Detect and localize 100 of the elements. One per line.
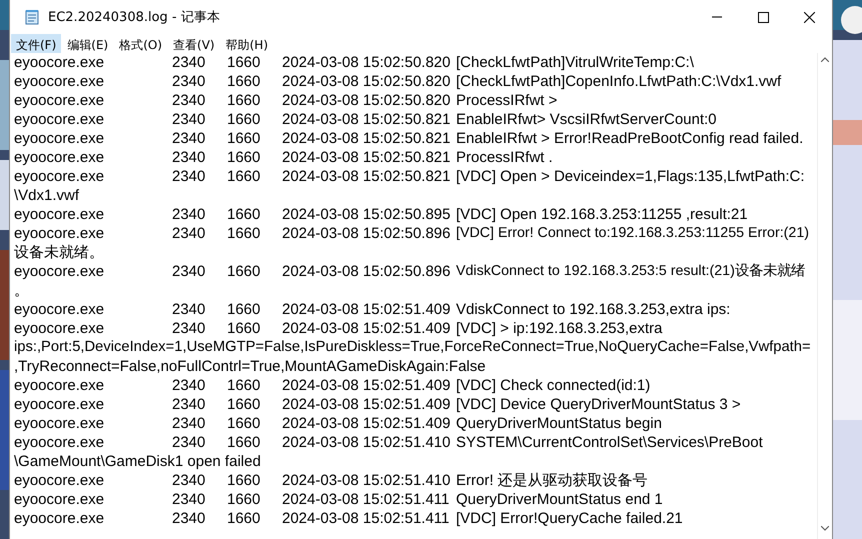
log-text: ProcessIRfwt > xyxy=(456,91,558,110)
log-text: ,TryReconnect=False,noFullContrl=True,MountAGameDiskAgain:False xyxy=(14,357,486,376)
log-text: 2340 xyxy=(172,205,206,224)
log-text: 1660 xyxy=(227,490,262,509)
log-text: eyoocore.exe xyxy=(14,91,106,110)
log-text: eyoocore.exe xyxy=(14,300,106,319)
log-text: [VDC] Error!QueryCache failed.21 xyxy=(456,509,683,528)
log-text: 1660 xyxy=(227,300,262,319)
log-text: eyoocore.exe xyxy=(14,433,106,452)
log-text: 2340 xyxy=(172,319,206,338)
log-text: eyoocore.exe xyxy=(14,376,106,395)
log-text: [VDC] Error! Connect to:192.168.3.253:11255 Error:(21) xyxy=(456,224,810,243)
log-text: 2340 xyxy=(172,129,206,148)
log-text: 。 xyxy=(14,281,29,300)
log-text: 1660 xyxy=(227,72,262,91)
log-text: 2340 xyxy=(172,224,206,243)
log-text: 2340 xyxy=(172,471,206,490)
log-text: [VDC] Open > Deviceindex=1,Flags:135,LfwtPath:C: xyxy=(456,167,805,186)
close-icon xyxy=(804,12,814,22)
menu-item[interactable]: 帮助(H) xyxy=(220,34,273,53)
log-text: 2340 xyxy=(172,300,206,319)
log-text: 2024-03-08 15:02:51.409 xyxy=(282,319,452,338)
log-text: ips:,Port:5,DeviceIndex=1,UseMGTP=False,IsPureDiskless=True,ForceReConnect=True,NoQueryCache=False,Vwfpath= xyxy=(14,338,811,357)
log-text: eyoocore.exe xyxy=(14,129,106,148)
log-text: 2024-03-08 15:02:51.409 xyxy=(282,376,452,395)
log-text: 2024-03-08 15:02:51.411 xyxy=(282,490,450,509)
log-text: EnableIRfwt> VscsiIRfwtServerCount:0 xyxy=(456,110,717,129)
log-text: 2340 xyxy=(172,110,206,129)
log-text: \Vdx1.vwf xyxy=(14,186,80,205)
log-text: 2024-03-08 15:02:51.409 xyxy=(282,414,452,433)
log-text: 1660 xyxy=(227,53,262,72)
log-text: 1660 xyxy=(227,319,262,338)
log-text: 2340 xyxy=(172,167,206,186)
log-text: 2024-03-08 15:02:51.409 xyxy=(282,395,452,414)
log-text: 设备未就绪。 xyxy=(14,243,104,262)
scroll-up-icon[interactable] xyxy=(821,57,829,62)
window-title: EC2.20240308.log - 记事本 xyxy=(48,9,221,26)
log-text: [VDC] > ip:192.168.3.253,extra xyxy=(456,319,662,338)
log-text: eyoocore.exe xyxy=(14,148,106,167)
log-text: 2024-03-08 15:02:51.410 xyxy=(282,471,452,490)
log-text: 1660 xyxy=(227,509,262,528)
log-text: 1660 xyxy=(227,433,262,452)
log-text: 2024-03-08 15:02:50.895 xyxy=(282,205,452,224)
log-text: 2024-03-08 15:02:51.409 xyxy=(282,300,452,319)
log-text: 2340 xyxy=(172,414,206,433)
log-text: 2340 xyxy=(172,148,206,167)
log-text: [VDC] Open 192.168.3.253:11255 ,result:21 xyxy=(456,205,748,224)
log-text: eyoocore.exe xyxy=(14,471,106,490)
log-text: 2024-03-08 15:02:50.820 xyxy=(282,91,452,110)
menu-item[interactable]: 文件(F) xyxy=(11,34,62,53)
log-text: VdiskConnect to 192.168.3.253,extra ips: xyxy=(456,300,730,319)
log-text: 2024-03-08 15:02:50.820 xyxy=(282,72,452,91)
log-text: eyoocore.exe xyxy=(14,395,106,414)
log-text: eyoocore.exe xyxy=(14,72,106,91)
log-text: eyoocore.exe xyxy=(14,319,106,338)
log-text: 2024-03-08 15:02:50.820 xyxy=(282,53,452,72)
scrollbar[interactable] xyxy=(817,53,832,539)
log-text: SYSTEM\CurrentControlSet\Services\PreBoot xyxy=(456,433,763,452)
log-text: eyoocore.exe xyxy=(14,167,106,186)
log-text: 2340 xyxy=(172,262,206,281)
log-text: 2024-03-08 15:02:51.410 xyxy=(282,433,452,452)
log-text: eyoocore.exe xyxy=(14,205,106,224)
log-text: 1660 xyxy=(227,129,262,148)
log-text: 2024-03-08 15:02:50.821 xyxy=(282,148,452,167)
log-text: 1660 xyxy=(227,148,262,167)
log-text: 2340 xyxy=(172,490,206,509)
log-text: 1660 xyxy=(227,471,262,490)
log-text: 2340 xyxy=(172,433,206,452)
log-text: [VDC] Check connected(id:1) xyxy=(456,376,650,395)
menu-item[interactable]: 查看(V) xyxy=(168,34,220,53)
log-text: 2340 xyxy=(172,509,206,528)
log-text: QueryDriverMountStatus begin xyxy=(456,414,662,433)
scroll-down-icon[interactable] xyxy=(821,526,829,531)
log-text: 2024-03-08 15:02:50.821 xyxy=(282,129,452,148)
log-text: [CheckLfwtPath]VitrulWriteTemp:C:\ xyxy=(456,53,694,72)
log-text: 1660 xyxy=(227,395,262,414)
log-text: 1660 xyxy=(227,167,262,186)
log-text: eyoocore.exe xyxy=(14,262,106,281)
maximize-icon xyxy=(758,12,768,22)
log-text: 2024-03-08 15:02:50.896 xyxy=(282,224,452,243)
menu-item[interactable]: 格式(O) xyxy=(114,34,168,53)
log-text: 2024-03-08 15:02:50.896 xyxy=(282,262,452,281)
log-text: 2340 xyxy=(172,376,206,395)
log-text: [CheckLfwtPath]CopenInfo.LfwtPath:C:\Vdx1.vwf xyxy=(456,72,782,91)
log-text: VdiskConnect to 192.168.3.253:5 result:(21)设备未就绪 xyxy=(456,262,805,281)
log-text: eyoocore.exe xyxy=(14,509,106,528)
menu-item[interactable]: 编辑(E) xyxy=(62,34,114,53)
log-text: eyoocore.exe xyxy=(14,414,106,433)
log-text: 1660 xyxy=(227,205,262,224)
log-text: 2340 xyxy=(172,91,206,110)
log-text: 2024-03-08 15:02:51.411 xyxy=(282,509,450,528)
log-text: 2340 xyxy=(172,395,206,414)
log-text: ProcessIRfwt . xyxy=(456,148,553,167)
log-text: 2340 xyxy=(172,72,206,91)
log-text: 1660 xyxy=(227,91,262,110)
log-text: 2024-03-08 15:02:50.821 xyxy=(282,110,452,129)
log-text: 1660 xyxy=(227,110,262,129)
log-text: 1660 xyxy=(227,376,262,395)
log-text: QueryDriverMountStatus end 1 xyxy=(456,490,663,509)
log-text: [VDC] Device QueryDriverMountStatus 3 > xyxy=(456,395,741,414)
